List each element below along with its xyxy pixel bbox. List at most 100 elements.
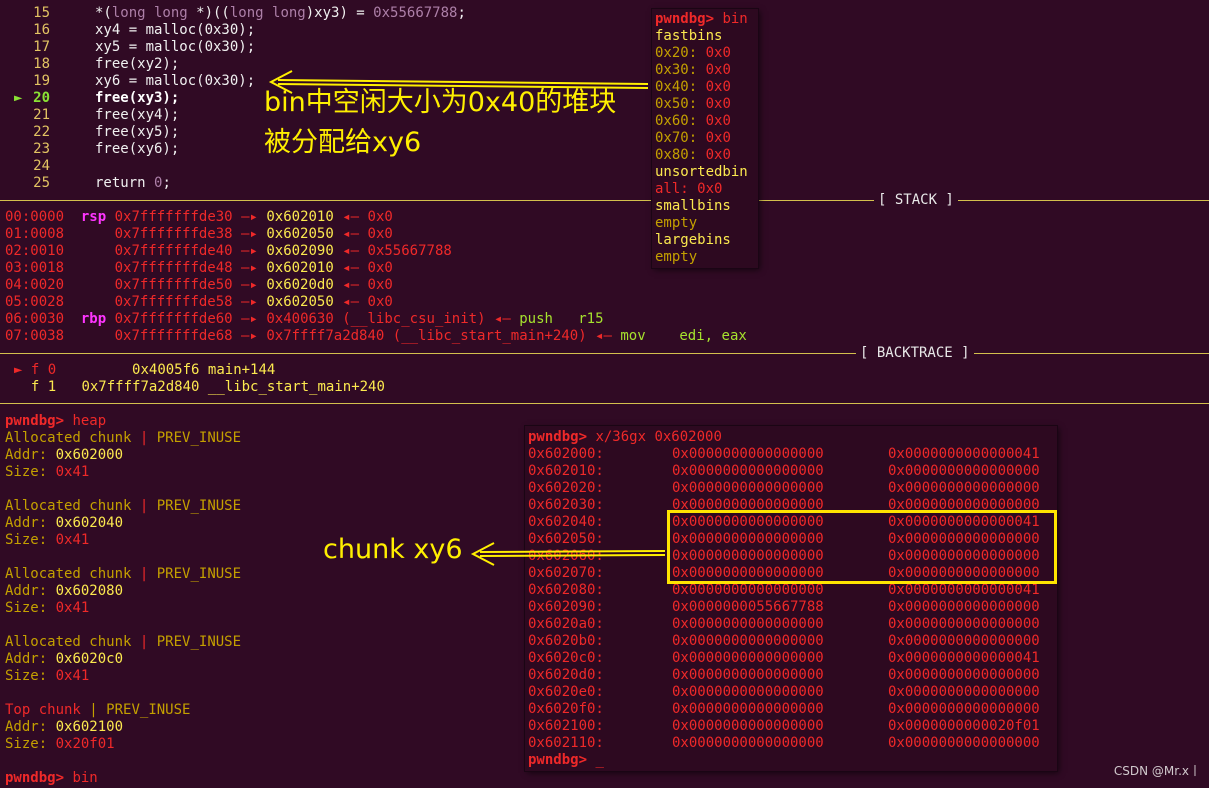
- source-line: 16 xy4 = malloc(0x30);: [33, 22, 256, 38]
- mem-qword: 0x0000000000000000: [888, 616, 1040, 632]
- stack-row: 03:0018 0x7fffffffde48 —▸ 0x602010 ◂— 0x…: [5, 260, 393, 276]
- mem-address: 0x6020e0:: [528, 684, 604, 700]
- mem-row: 0x602100: 0x0000000000000000 0x00000000000…: [528, 718, 1040, 735]
- mem-address: 0x602010:: [528, 463, 604, 479]
- source-text: *(long long *)((long long)xy3) = 0x55667…: [95, 5, 466, 21]
- mem-qword: 0x0000000000000000: [672, 718, 824, 734]
- current-frame-marker-icon: ►: [14, 362, 23, 378]
- bin-annotation-line1: bin中空闲大小为0x40的堆块: [264, 87, 617, 118]
- stack-row: 02:0010 0x7fffffffde40 —▸ 0x602090 ◂— 0x…: [5, 243, 452, 259]
- fastbin-entry: 0x40: 0x0: [655, 79, 731, 95]
- mem-qword: 0x0000000000000000: [672, 650, 824, 666]
- mem-prompt: pwndbg> x/36gx 0x602000: [528, 429, 722, 445]
- mem-address: 0x6020f0:: [528, 701, 604, 717]
- fastbin-entry: 0x20: 0x0: [655, 45, 731, 61]
- stack-separator: [0, 200, 1209, 201]
- mem-address: 0x602070:: [528, 565, 604, 581]
- heap-next-prompt[interactable]: pwndbg> bin: [5, 770, 98, 787]
- source-line: 19 xy6 = malloc(0x30);: [33, 73, 256, 89]
- heap-chunk-size: Size: 0x20f01: [5, 736, 115, 752]
- mem-row: 0x602030: 0x0000000000000000 0x00000000000…: [528, 497, 1040, 514]
- mem-row: 0x6020f0: 0x0000000000000000 0x00000000000…: [528, 701, 1040, 718]
- heap-chunk-size: Size: 0x41: [5, 464, 90, 480]
- mem-row: 0x602020: 0x0000000000000000 0x00000000000…: [528, 480, 1040, 497]
- mem-qword: 0x0000000000000000: [672, 735, 824, 751]
- mem-row: 0x6020b0: 0x0000000000000000 0x00000000000…: [528, 633, 1040, 650]
- stack-row: 06:0030 rbp 0x7fffffffde60 —▸ 0x400630 (…: [5, 311, 604, 327]
- mem-row: 0x602010: 0x0000000000000000 0x00000000000…: [528, 463, 1040, 480]
- fastbin-entry: 0x80: 0x0: [655, 147, 731, 163]
- source-line: 22 free(xy5);: [33, 124, 180, 140]
- stack-row: 05:0028 0x7fffffffde58 —▸ 0x602050 ◂— 0x…: [5, 294, 393, 310]
- mem-row: 0x6020d0: 0x0000000000000000 0x00000000000…: [528, 667, 1040, 684]
- heap-chunk-type: Allocated chunk | PREV_INUSE: [5, 498, 242, 514]
- heap-chunk-addr: Addr: 0x602080: [5, 583, 124, 599]
- mem-qword: 0x0000000000020f01: [888, 718, 1040, 734]
- mem-qword: 0x0000000000000041: [888, 446, 1040, 462]
- mem-address: 0x602060:: [528, 548, 604, 564]
- mem-address: 0x6020a0:: [528, 616, 604, 632]
- heap-separator: [0, 403, 1209, 404]
- mem-row: 0x602110: 0x0000000000000000 0x00000000000…: [528, 735, 1040, 752]
- mem-row: 0x6020c0: 0x0000000000000000 0x00000000000…: [528, 650, 1040, 667]
- mem-end-prompt[interactable]: pwndbg> _: [528, 752, 604, 769]
- bins-panel: pwndbg> bin fastbins 0x20: 0x0 0x30: 0x0…: [652, 9, 758, 268]
- mem-address: 0x602030:: [528, 497, 604, 513]
- heap-chunk-size: Size: 0x41: [5, 600, 90, 616]
- bins-prompt: pwndbg> bin: [655, 11, 748, 27]
- backtrace-frame: f 1 0x7ffff7a2d840 __libc_start_main+240: [30, 379, 385, 395]
- mem-row: 0x602050: 0x0000000000000000 0x00000000000…: [528, 531, 1040, 548]
- backtrace-frame: ► f 0 0x4005f6 main+144: [14, 362, 276, 378]
- mem-row: 0x602090: 0x0000000055667788 0x00000000000…: [528, 599, 1040, 616]
- mem-address: 0x602100:: [528, 718, 604, 734]
- mem-qword: 0x0000000000000000: [672, 633, 824, 649]
- smallbins-label: smallbins: [655, 198, 731, 214]
- fastbin-entry: 0x30: 0x0: [655, 62, 731, 78]
- heap-chunk-type: Allocated chunk | PREV_INUSE: [5, 566, 242, 582]
- mem-qword: 0x0000000000000041: [888, 582, 1040, 598]
- source-line-current: ► 20 free(xy3);: [14, 90, 180, 106]
- heap-chunk-type: Allocated chunk | PREV_INUSE: [5, 634, 242, 650]
- source-line: 25 return 0;: [33, 175, 171, 191]
- backtrace-separator: [0, 353, 1209, 354]
- largebins-label: largebins: [655, 232, 731, 248]
- memory-dump-panel: pwndbg> x/36gx 0x602000 0x602000: 0x00000…: [525, 426, 1057, 771]
- largebins-value: empty: [655, 249, 698, 265]
- stack-row: 01:0008 0x7fffffffde38 —▸ 0x602050 ◂— 0x…: [5, 226, 393, 242]
- watermark: CSDN @Mr.x丨: [1113, 764, 1201, 778]
- heap-chunk-type: Top chunk | PREV_INUSE: [5, 702, 191, 718]
- mem-qword: 0x0000000000000000: [888, 684, 1040, 700]
- mem-address: 0x602000:: [528, 446, 604, 462]
- mem-qword: 0x0000000000000000: [672, 463, 824, 479]
- mem-qword: 0x0000000000000000: [888, 667, 1040, 683]
- chunk-annotation: chunk xy6: [323, 534, 463, 565]
- mem-row: 0x602070: 0x0000000000000000 0x00000000000…: [528, 565, 1040, 582]
- heap-prompt: pwndbg> heap: [5, 413, 107, 429]
- source-line: 15 *(long long *)((long long)xy3) = 0x556…: [33, 5, 466, 21]
- mem-address: 0x602050:: [528, 531, 604, 547]
- fastbins-label: fastbins: [655, 28, 723, 44]
- heap-chunk-size: Size: 0x41: [5, 668, 90, 684]
- mem-address: 0x6020b0:: [528, 633, 604, 649]
- stack-row: 07:0038 0x7fffffffde68 —▸ 0x7ffff7a2d840…: [5, 328, 747, 344]
- mem-qword: 0x0000000000000041: [888, 650, 1040, 666]
- heap-chunk-size: Size: 0x41: [5, 532, 90, 548]
- mem-qword: 0x0000000055667788: [672, 599, 824, 615]
- mem-row: 0x6020a0: 0x0000000000000000 0x00000000000…: [528, 616, 1040, 633]
- smallbins-value: empty: [655, 215, 698, 231]
- fastbin-entry: 0x50: 0x0: [655, 96, 731, 112]
- chunk-highlight-box: [667, 510, 1057, 584]
- mem-row: 0x6020e0: 0x0000000000000000 0x00000000000…: [528, 684, 1040, 701]
- mem-row: 0x602040: 0x0000000000000000 0x00000000000…: [528, 514, 1040, 531]
- mem-address: 0x602110:: [528, 735, 604, 751]
- heap-chunk-addr: Addr: 0x602000: [5, 447, 124, 463]
- mem-qword: 0x0000000000000000: [888, 701, 1040, 717]
- heap-chunk-addr: Addr: 0x602040: [5, 515, 124, 531]
- source-line: 18 free(xy2);: [33, 56, 180, 72]
- fastbin-entry: 0x70: 0x0: [655, 130, 731, 146]
- backtrace-header: [ BACKTRACE ]: [856, 345, 974, 362]
- heap-chunk-addr: Addr: 0x6020c0: [5, 651, 124, 667]
- heap-chunk-addr: Addr: 0x602100: [5, 719, 124, 735]
- bin-annotation-line2: 被分配给xy6: [264, 127, 422, 158]
- mem-qword: 0x0000000000000000: [672, 480, 824, 496]
